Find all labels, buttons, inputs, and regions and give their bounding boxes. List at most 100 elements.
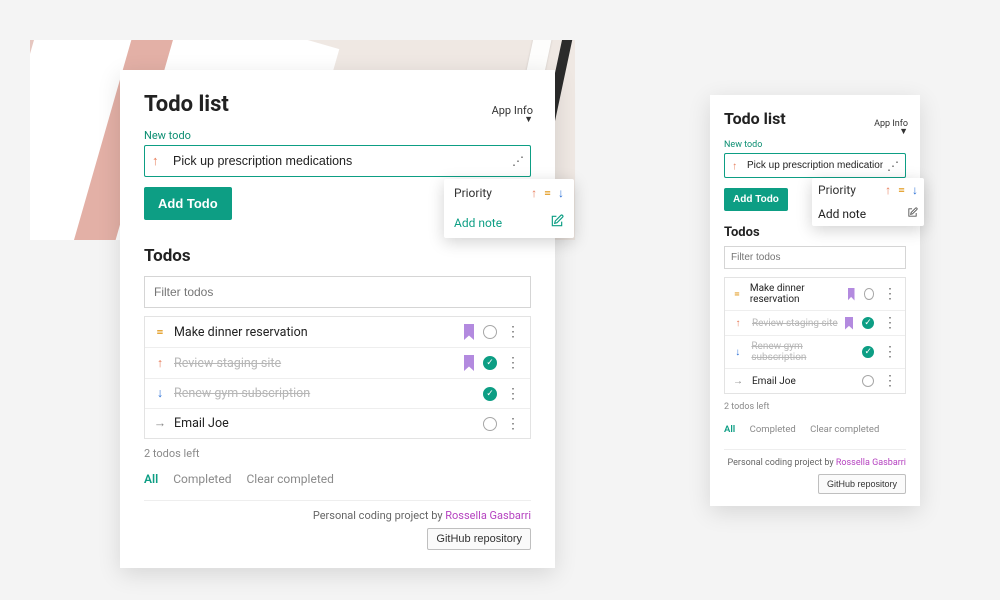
todo-text[interactable]: Make dinner reservation	[174, 325, 457, 340]
todos-remaining: 2 todos left	[724, 402, 906, 412]
app-info-toggle[interactable]: App Info ▼	[874, 119, 908, 135]
priority-label: Priority	[818, 183, 856, 197]
filter-input[interactable]	[724, 246, 906, 269]
complete-toggle[interactable]	[483, 417, 497, 431]
page-title: Todo list	[144, 92, 531, 117]
priority-icon: =	[731, 289, 743, 300]
clear-completed[interactable]: Clear completed	[810, 424, 879, 435]
todo-row: ↑ Review staging site ✓ ⋮	[145, 348, 530, 379]
priority-icon: =	[153, 325, 167, 340]
complete-toggle[interactable]	[862, 375, 874, 387]
edit-note-icon	[550, 214, 564, 231]
bookmark-icon[interactable]	[464, 324, 474, 340]
todos-heading: Todos	[724, 225, 906, 240]
new-todo-label: New todo	[724, 140, 906, 150]
todo-row: ↓ Renew gym subscription ✓ ⋮	[725, 336, 905, 369]
add-todo-button[interactable]: Add Todo	[144, 187, 232, 220]
divider	[144, 500, 531, 501]
credit-prefix: Personal coding project by	[728, 458, 836, 468]
todo-options-popover: Priority ↑ = ↓ Add note	[444, 179, 574, 238]
new-todo-input[interactable]	[724, 153, 906, 178]
add-note-row[interactable]: Add note	[444, 207, 574, 238]
more-menu-icon[interactable]: ⋮	[504, 325, 522, 339]
add-note-row[interactable]: Add note	[812, 202, 924, 226]
caret-down-icon: ▼	[492, 117, 533, 123]
bookmark-icon[interactable]	[848, 288, 855, 301]
bookmark-icon[interactable]	[464, 355, 474, 371]
loading-icon: ⋰	[512, 154, 523, 168]
complete-toggle[interactable]: ✓	[862, 317, 874, 329]
credit-line: Personal coding project by Rossella Gasb…	[724, 458, 906, 468]
edit-note-icon	[907, 207, 918, 221]
todo-text[interactable]: Review staging site	[174, 356, 457, 371]
add-todo-button[interactable]: Add Todo	[724, 188, 788, 211]
loading-icon: ⋰	[887, 159, 898, 173]
author-link[interactable]: Rossella Gasbarri	[836, 458, 906, 468]
todo-row: → Email Joe ⋮	[145, 409, 530, 438]
priority-icon: →	[731, 376, 745, 387]
filter-all[interactable]: All	[724, 424, 735, 435]
clear-completed[interactable]: Clear completed	[246, 472, 333, 486]
more-menu-icon[interactable]: ⋮	[881, 374, 899, 388]
complete-toggle[interactable]: ✓	[862, 346, 874, 358]
complete-toggle[interactable]: ✓	[483, 356, 497, 370]
filter-completed[interactable]: Completed	[173, 472, 231, 486]
todo-text[interactable]: Email Joe	[752, 376, 855, 387]
new-todo-input[interactable]	[144, 145, 531, 177]
todo-row: → Email Joe ⋮	[725, 369, 905, 393]
priority-high-icon[interactable]: ↑	[885, 183, 891, 197]
more-menu-icon[interactable]: ⋮	[881, 287, 899, 301]
priority-icon: ↑	[731, 318, 745, 329]
todo-text[interactable]: Make dinner reservation	[750, 283, 841, 305]
filter-links: All Completed Clear completed	[724, 424, 906, 435]
priority-row: Priority ↑ = ↓	[444, 179, 574, 207]
priority-medium-icon[interactable]: =	[544, 186, 551, 200]
divider	[724, 449, 906, 450]
priority-icon: →	[153, 416, 167, 431]
priority-icon: ↑	[153, 356, 167, 371]
priority-icon: ↓	[153, 386, 167, 401]
more-menu-icon[interactable]: ⋮	[504, 356, 522, 370]
more-menu-icon[interactable]: ⋮	[504, 417, 522, 431]
filter-all[interactable]: All	[144, 472, 158, 486]
github-button[interactable]: GitHub repository	[818, 474, 906, 494]
complete-toggle[interactable]	[864, 288, 875, 300]
credit-line: Personal coding project by Rossella Gasb…	[144, 509, 531, 522]
todo-row: ↑ Review staging site ✓ ⋮	[725, 311, 905, 336]
todo-text[interactable]: Renew gym subscription	[751, 341, 855, 363]
todo-text[interactable]: Renew gym subscription	[174, 386, 476, 401]
todo-app-desktop: Todo list App Info ▼ New todo ↑ ⋰ Add To…	[120, 70, 555, 568]
todos-heading: Todos	[144, 246, 531, 266]
github-button[interactable]: GitHub repository	[427, 528, 531, 550]
priority-high-icon[interactable]: ↑	[531, 186, 537, 200]
caret-down-icon: ▼	[874, 129, 908, 135]
more-menu-icon[interactable]: ⋮	[504, 387, 522, 401]
todo-text[interactable]: Review staging site	[752, 318, 838, 329]
complete-toggle[interactable]	[483, 325, 497, 339]
author-link[interactable]: Rossella Gasbarri	[445, 509, 531, 522]
priority-icon: ↓	[731, 347, 744, 358]
todo-row: ↓ Renew gym subscription ✓ ⋮	[145, 379, 530, 409]
todo-text[interactable]: Email Joe	[174, 416, 476, 431]
priority-label: Priority	[454, 186, 492, 200]
filter-input[interactable]	[144, 276, 531, 308]
add-note-label: Add note	[818, 207, 866, 221]
complete-toggle[interactable]: ✓	[483, 387, 497, 401]
priority-low-icon[interactable]: ↓	[912, 183, 918, 197]
todo-row: = Make dinner reservation ⋮	[725, 278, 905, 311]
add-note-label: Add note	[454, 216, 502, 230]
todo-options-popover: Priority ↑ = ↓ Add note	[812, 178, 924, 226]
priority-medium-icon[interactable]: =	[898, 183, 905, 197]
bookmark-icon[interactable]	[845, 317, 853, 330]
todos-remaining: 2 todos left	[144, 447, 531, 460]
todo-app-mobile: Todo list App Info ▼ New todo ↑ ⋰ Add To…	[710, 95, 920, 506]
priority-row: Priority ↑ = ↓	[812, 178, 924, 202]
credit-prefix: Personal coding project by	[313, 509, 445, 522]
more-menu-icon[interactable]: ⋮	[881, 345, 899, 359]
todo-list: = Make dinner reservation ⋮ ↑ Review sta…	[144, 316, 531, 439]
app-info-toggle[interactable]: App Info ▼	[492, 104, 533, 123]
more-menu-icon[interactable]: ⋮	[881, 316, 899, 330]
filter-completed[interactable]: Completed	[750, 424, 796, 435]
priority-low-icon[interactable]: ↓	[558, 186, 564, 200]
priority-up-icon: ↑	[152, 153, 159, 169]
